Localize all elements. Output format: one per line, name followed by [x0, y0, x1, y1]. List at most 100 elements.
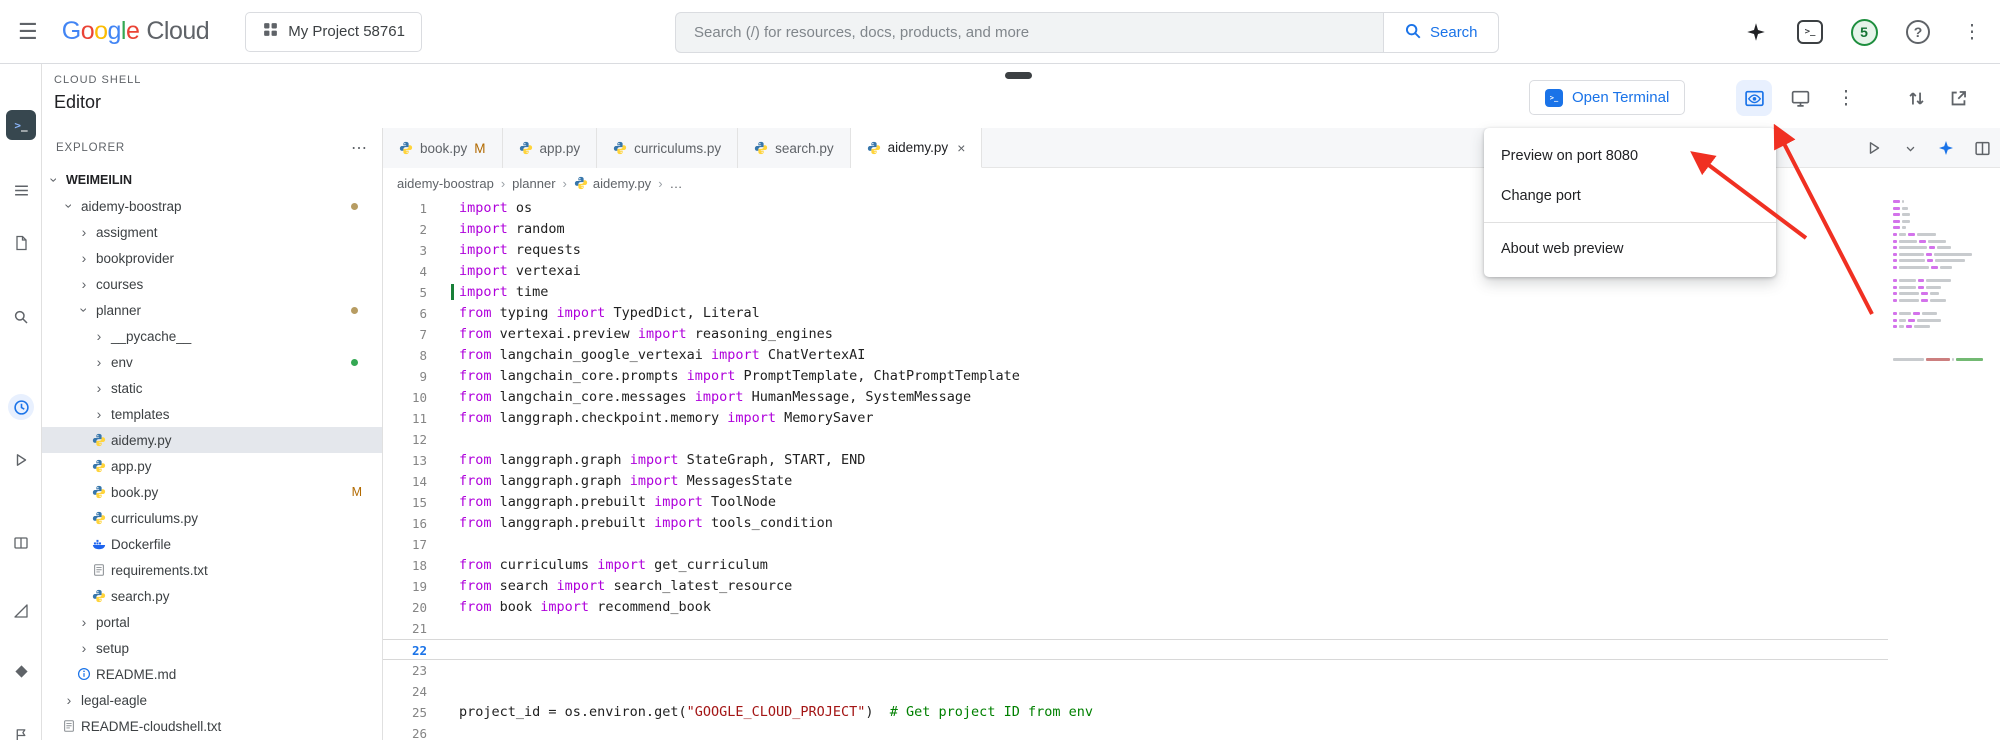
tree-item-templates[interactable]: ›templates	[42, 401, 382, 427]
line-number: 5	[383, 282, 427, 303]
tree-item-static[interactable]: ›static	[42, 375, 382, 401]
tab-search-py[interactable]: search.py	[738, 128, 851, 168]
code-line-11[interactable]: 11from langgraph.checkpoint.memory impor…	[383, 408, 1888, 429]
activate-cloud-shell-icon[interactable]: >_	[1796, 18, 1824, 46]
cloud-shell-logo[interactable]: >_	[6, 110, 36, 140]
code-area[interactable]: 1import os2import random3import requests…	[383, 198, 2000, 740]
help-icon[interactable]: ?	[1904, 18, 1932, 46]
gemini-spark-icon[interactable]	[1742, 18, 1770, 46]
tree-item-portal[interactable]: ›portal	[42, 609, 382, 635]
code-line-6[interactable]: 6from typing import TypedDict, Literal	[383, 303, 1888, 324]
tree-item-aidemy-py[interactable]: aidemy.py	[42, 427, 382, 453]
project-selector-button[interactable]: My Project 58761	[245, 12, 422, 52]
search-button[interactable]: Search	[1383, 12, 1499, 53]
history-button[interactable]	[8, 394, 34, 420]
tree-item-app-py[interactable]: app.py	[42, 453, 382, 479]
header-more-icon[interactable]: ⋮	[1958, 18, 1986, 46]
tree-item-label: courses	[96, 277, 143, 292]
tree-item-requirements-txt[interactable]: requirements.txt	[42, 557, 382, 583]
menu-button[interactable]	[8, 177, 34, 203]
breadcrumb-item-aidemy-boostrap[interactable]: aidemy-boostrap	[397, 176, 494, 191]
main-menu-icon[interactable]: ☰	[18, 19, 38, 45]
tree-item-bookprovider[interactable]: ›bookprovider	[42, 245, 382, 271]
code-line-15[interactable]: 15from langgraph.prebuilt import ToolNod…	[383, 492, 1888, 513]
shellbar-more-icon[interactable]: ⋮	[1828, 80, 1864, 116]
tree-item-legal-eagle[interactable]: ›legal-eagle	[42, 687, 382, 713]
breadcrumb-item-[interactable]: …	[670, 176, 683, 191]
tree-item-planner[interactable]: ›planner	[42, 297, 382, 323]
code-line-16[interactable]: 16from langgraph.prebuilt import tools_c…	[383, 513, 1888, 534]
file-python-icon	[92, 485, 106, 499]
code-line-12[interactable]: 12	[383, 429, 1888, 450]
code-line-17[interactable]: 17	[383, 534, 1888, 555]
tab-app-py[interactable]: app.py	[503, 128, 598, 168]
code-line-20[interactable]: 20from book import recommend_book	[383, 597, 1888, 618]
cloud-shell-editor-page: ☰ Google Cloud My Project 58761 Search >…	[0, 0, 2000, 740]
swap-panel-icon[interactable]	[1898, 80, 1934, 116]
run-button[interactable]	[8, 447, 34, 473]
minimap[interactable]	[1893, 200, 1985, 371]
minimap-line	[1893, 273, 1985, 276]
notifications-badge[interactable]: 5	[1850, 18, 1878, 46]
tree-item-book-py[interactable]: book.pyM	[42, 479, 382, 505]
ruler-button[interactable]	[8, 598, 34, 624]
tab-aidemy-py[interactable]: aidemy.py×	[851, 128, 983, 168]
code-line-8[interactable]: 8from langchain_google_vertexai import C…	[383, 345, 1888, 366]
code-line-13[interactable]: 13from langgraph.graph import StateGraph…	[383, 450, 1888, 471]
open-in-new-window-icon[interactable]	[1940, 80, 1976, 116]
line-number: 1	[383, 198, 427, 219]
code-line-5[interactable]: 5import time	[383, 282, 1888, 303]
tree-item-setup[interactable]: ›setup	[42, 635, 382, 661]
menu-item-about-web-preview[interactable]: About web preview	[1484, 229, 1776, 269]
tree-item-curriculums-py[interactable]: curriculums.py	[42, 505, 382, 531]
code-line-22[interactable]: 22	[383, 639, 1888, 660]
gem-button[interactable]	[8, 658, 34, 684]
tree-item-dockerfile[interactable]: Dockerfile	[42, 531, 382, 557]
code-line-25[interactable]: 25project_id = os.environ.get("GOOGLE_CL…	[383, 702, 1888, 723]
tree-item-readme-md[interactable]: README.md	[42, 661, 382, 687]
code-line-7[interactable]: 7from vertexai.preview import reasoning_…	[383, 324, 1888, 345]
tab-close-icon[interactable]: ×	[957, 140, 965, 156]
breadcrumb-item-aidemy-py[interactable]: aidemy.py	[574, 176, 651, 191]
google-cloud-logo[interactable]: Google Cloud	[62, 17, 209, 46]
tree-item-search-py[interactable]: search.py	[42, 583, 382, 609]
tree-item-env[interactable]: ›env	[42, 349, 382, 375]
gemini-code-assist-icon[interactable]	[1934, 136, 1958, 160]
files-button[interactable]	[8, 230, 34, 256]
code-line-9[interactable]: 9from langchain_core.prompts import Prom…	[383, 366, 1888, 387]
code-line-14[interactable]: 14from langgraph.graph import MessagesSt…	[383, 471, 1888, 492]
tree-item-readme-cloudshell-txt[interactable]: README-cloudshell.txt	[42, 713, 382, 739]
code-line-18[interactable]: 18from curriculums import get_curriculum	[383, 555, 1888, 576]
open-terminal-button[interactable]: >_ Open Terminal	[1529, 80, 1685, 115]
web-preview-button[interactable]	[1736, 80, 1772, 116]
layout-button[interactable]	[8, 530, 34, 556]
tree-item-aidemy-boostrap[interactable]: ›aidemy-boostrap	[42, 193, 382, 219]
code-line-26[interactable]: 26	[383, 723, 1888, 740]
code-line-24[interactable]: 24	[383, 681, 1888, 702]
run-icon[interactable]	[1862, 136, 1886, 160]
tree-item-assigment[interactable]: ›assigment	[42, 219, 382, 245]
menu-item-preview-on-port-8080[interactable]: Preview on port 8080	[1484, 136, 1776, 176]
code-line-23[interactable]: 23	[383, 660, 1888, 681]
tree-item-pycache[interactable]: ›__pycache__	[42, 323, 382, 349]
split-editor-icon[interactable]	[1970, 136, 1994, 160]
breadcrumb-item-planner[interactable]: planner	[512, 176, 555, 191]
tab-book-py[interactable]: book.pyM	[383, 128, 503, 168]
boost-mode-icon[interactable]	[1782, 80, 1818, 116]
tab-curriculums-py[interactable]: curriculums.py	[597, 128, 738, 168]
menu-item-change-port[interactable]: Change port	[1484, 176, 1776, 216]
code-line-10[interactable]: 10from langchain_core.messages import Hu…	[383, 387, 1888, 408]
flag-button[interactable]	[8, 722, 34, 740]
chevron-right-icon: ›	[91, 407, 107, 421]
code-line-19[interactable]: 19from search import search_latest_resou…	[383, 576, 1888, 597]
code-line-21[interactable]: 21	[383, 618, 1888, 639]
search-input[interactable]	[675, 12, 1383, 53]
panel-drag-handle[interactable]	[1005, 72, 1032, 79]
tree-item-courses[interactable]: ›courses	[42, 271, 382, 297]
explorer-more-icon[interactable]: ⋯	[351, 138, 368, 158]
search-button[interactable]	[8, 304, 34, 330]
line-text: from search import search_latest_resourc…	[459, 576, 792, 597]
run-dropdown-icon[interactable]	[1898, 136, 1922, 160]
tree-item-weimeilin[interactable]: ›WEIMEILIN	[42, 167, 382, 193]
line-text: from langgraph.checkpoint.memory import …	[459, 408, 874, 429]
